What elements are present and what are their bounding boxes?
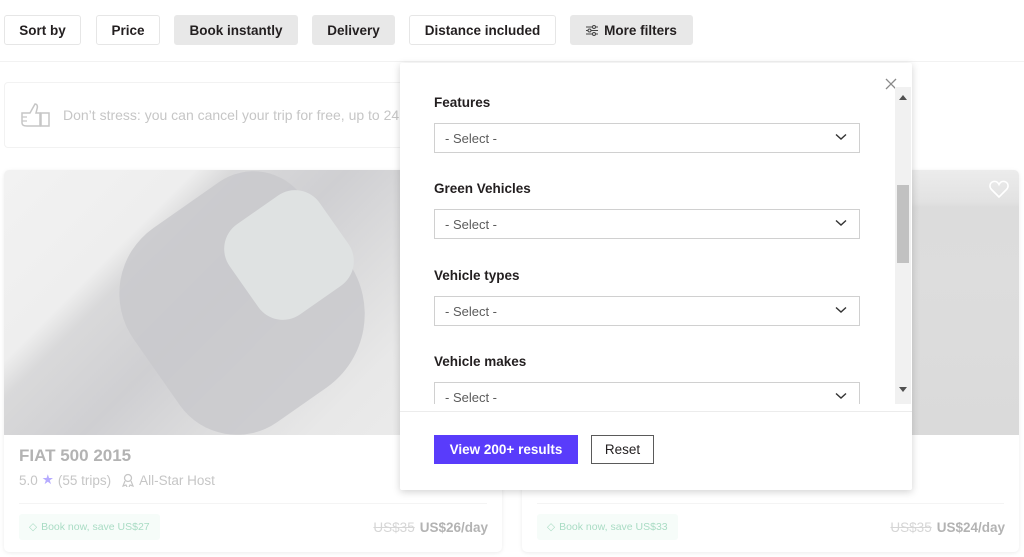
view-results-button[interactable]: View 200+ results xyxy=(434,435,578,464)
original-price: US$35 xyxy=(890,520,932,535)
vehicle-types-label: Vehicle types xyxy=(434,268,520,283)
more-filters-panel: Features - Select - Green Vehicles - Sel… xyxy=(400,63,912,490)
filter-scrollbar[interactable] xyxy=(895,87,911,404)
delivery-button[interactable]: Delivery xyxy=(312,15,395,45)
book-instantly-label: Book instantly xyxy=(189,22,283,38)
car-image-shape xyxy=(87,170,401,463)
promo-text: Book now, save US$33 xyxy=(559,521,668,533)
reset-button[interactable]: Reset xyxy=(591,435,654,464)
cancellation-notice: Don’t stress: you can cancel your trip f… xyxy=(4,82,424,148)
features-label: Features xyxy=(434,95,491,110)
tag-icon: ◇ xyxy=(29,521,38,533)
rating-value: 5.0 xyxy=(19,472,38,488)
vehicle-makes-select[interactable]: - Select - xyxy=(434,382,860,404)
filter-panel-footer: View 200+ results Reset xyxy=(400,411,912,490)
promo-text: Book now, save US$27 xyxy=(41,521,150,533)
daily-price: US$26/day xyxy=(419,520,488,535)
star-icon: ★ xyxy=(41,472,54,487)
scroll-down-arrow-icon[interactable] xyxy=(899,387,907,392)
tag-icon: ◇ xyxy=(547,521,556,533)
notice-text: Don’t stress: you can cancel your trip f… xyxy=(63,107,400,123)
card-divider xyxy=(19,503,487,504)
card-divider xyxy=(537,503,1004,504)
features-select-value: - Select - xyxy=(445,130,498,146)
price-block: US$35 US$26/day xyxy=(373,520,488,535)
promo-badge: ◇ Book now, save US$27 xyxy=(19,514,160,540)
promo-badge: ◇ Book now, save US$33 xyxy=(537,514,678,540)
filter-bar: Sort by Price Book instantly Delivery Di… xyxy=(0,0,1024,62)
distance-included-label: Distance included xyxy=(424,22,541,38)
scroll-up-arrow-icon[interactable] xyxy=(899,95,907,100)
delivery-label: Delivery xyxy=(327,22,380,38)
price-filter-button[interactable]: Price xyxy=(96,15,160,45)
chevron-down-icon xyxy=(835,392,847,399)
vehicle-makes-label: Vehicle makes xyxy=(434,354,527,369)
vehicle-types-select-value: - Select - xyxy=(445,303,498,319)
chevron-down-icon xyxy=(835,306,847,313)
more-filters-label: More filters xyxy=(604,22,677,38)
green-vehicles-select[interactable]: - Select - xyxy=(434,209,860,239)
price-filter-label: Price xyxy=(111,22,145,38)
trip-count: (55 trips) xyxy=(57,472,112,488)
sort-by-button[interactable]: Sort by xyxy=(4,15,81,45)
green-vehicles-label: Green Vehicles xyxy=(434,181,531,196)
vehicle-makes-select-value: - Select - xyxy=(445,389,498,405)
scrollbar-thumb[interactable] xyxy=(897,185,909,263)
thumbs-up-icon xyxy=(21,103,50,127)
price-block: US$35 US$24/day xyxy=(890,520,1005,535)
daily-price: US$24/day xyxy=(936,520,1005,535)
sliders-icon xyxy=(586,24,599,36)
filter-scroll-area: Features - Select - Green Vehicles - Sel… xyxy=(400,87,912,404)
vehicle-types-select[interactable]: - Select - xyxy=(434,296,860,326)
listing-meta: 5.0 ★ (55 trips) All-Star Host xyxy=(19,472,215,488)
award-icon xyxy=(122,473,135,487)
book-instantly-button[interactable]: Book instantly xyxy=(174,15,298,45)
listing-title[interactable]: FIAT 500 2015 xyxy=(19,446,131,466)
chevron-down-icon xyxy=(835,133,847,140)
host-badge: All-Star Host xyxy=(139,472,215,488)
more-filters-button[interactable]: More filters xyxy=(570,15,693,45)
green-vehicles-select-value: - Select - xyxy=(445,216,498,232)
favorite-heart-icon[interactable] xyxy=(989,180,1009,198)
distance-included-button[interactable]: Distance included xyxy=(409,15,556,45)
sort-by-label: Sort by xyxy=(19,22,66,38)
original-price: US$35 xyxy=(373,520,415,535)
chevron-down-icon xyxy=(835,219,847,226)
features-select[interactable]: - Select - xyxy=(434,123,860,153)
